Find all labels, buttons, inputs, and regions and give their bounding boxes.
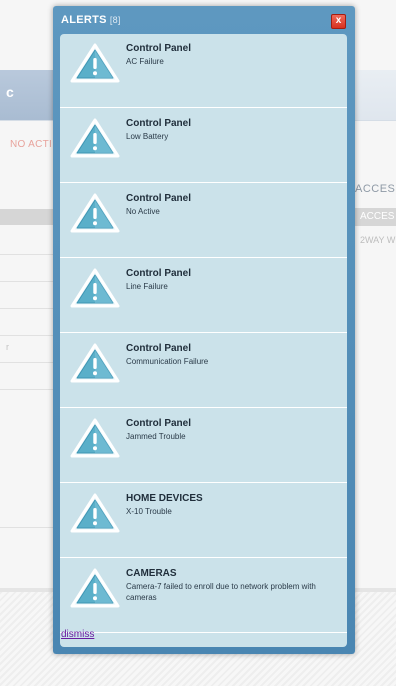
background-accessories-header: ACCES: [355, 208, 396, 226]
background-row-divider: [0, 254, 56, 255]
dismiss-link[interactable]: dismiss: [61, 629, 94, 640]
warning-triangle-icon: [69, 491, 121, 535]
alert-item[interactable]: Control Panel Communication Failure: [60, 334, 347, 408]
alert-item[interactable]: CAMERAS Camera-7 failed to enroll due to …: [60, 559, 347, 633]
alert-title: Control Panel: [126, 418, 192, 429]
alert-message: Jammed Trouble: [126, 432, 186, 441]
alert-title: Control Panel: [126, 118, 192, 129]
alerts-dialog: ALERTS [8] x Control Panel AC Failure Contr…: [53, 6, 355, 654]
alert-message: AC Failure: [126, 57, 164, 66]
background-tab-label: c: [6, 84, 14, 100]
background-row-divider: [0, 389, 56, 390]
background-table-header: [0, 209, 56, 225]
background-accessories-cell: 2WAY W: [360, 235, 396, 245]
warning-triangle-icon: [69, 566, 121, 610]
alert-item[interactable]: Control Panel Jammed Trouble: [60, 409, 347, 483]
dialog-title-text: ALERTS: [61, 14, 107, 26]
alert-title: HOME DEVICES: [126, 493, 203, 504]
background-cell-text: r: [6, 342, 9, 352]
background-row-divider: [0, 362, 56, 363]
alert-message: Communication Failure: [126, 357, 209, 366]
background-accessories-title: ACCESSO: [355, 183, 396, 195]
alert-item[interactable]: Control Panel Low Battery: [60, 109, 347, 183]
alert-list: Control Panel AC Failure Control Panel Low …: [60, 34, 347, 647]
background-status-text: NO ACTI: [10, 139, 53, 150]
warning-triangle-icon: [69, 266, 121, 310]
warning-triangle-icon: [69, 116, 121, 160]
alert-message: No Active: [126, 207, 160, 216]
alert-item[interactable]: Control Panel Line Failure: [60, 259, 347, 333]
background-tab: c: [0, 70, 60, 120]
warning-triangle-icon: [69, 341, 121, 385]
warning-triangle-icon: [69, 191, 121, 235]
background-row-divider: [0, 527, 56, 528]
close-icon: x: [335, 15, 342, 26]
alert-item[interactable]: Control Panel No Active: [60, 184, 347, 258]
alert-title: Control Panel: [126, 343, 192, 354]
background-row-divider: [0, 308, 56, 309]
alert-message: Line Failure: [126, 282, 168, 291]
warning-triangle-icon: [69, 416, 121, 460]
close-button[interactable]: x: [331, 14, 346, 29]
alert-item[interactable]: Control Panel AC Failure: [60, 34, 347, 108]
alert-count: [8]: [109, 15, 121, 25]
alert-message: Camera-7 failed to enroll due to network…: [126, 582, 316, 602]
alert-title: Control Panel: [126, 43, 192, 54]
background-accessories-header-label: ACCES: [360, 211, 395, 222]
alert-title: CAMERAS: [126, 568, 177, 579]
background-row-divider: [0, 335, 56, 336]
alert-title: Control Panel: [126, 193, 192, 204]
alert-message: Low Battery: [126, 132, 169, 141]
alert-title: Control Panel: [126, 268, 192, 279]
alert-message: X-10 Trouble: [126, 507, 172, 516]
background-row-divider: [0, 281, 56, 282]
warning-triangle-icon: [69, 41, 121, 85]
dialog-title: ALERTS [8]: [61, 14, 121, 26]
alert-item[interactable]: HOME DEVICES X-10 Trouble: [60, 484, 347, 558]
